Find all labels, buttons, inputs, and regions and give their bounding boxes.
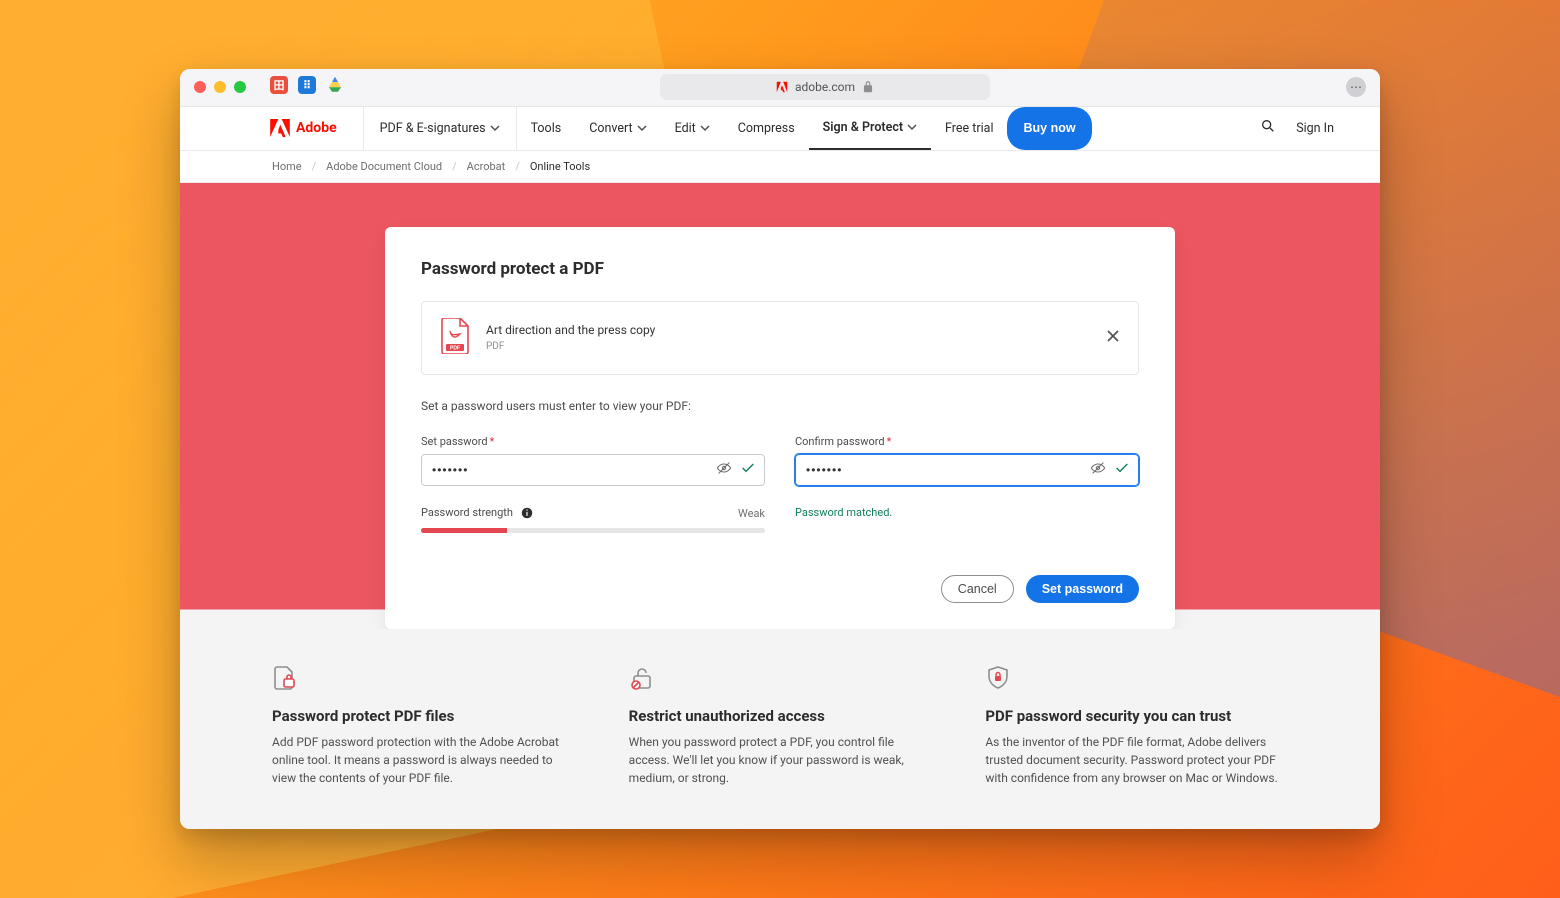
pdf-lock-icon [272,665,575,695]
chevron-down-icon [907,122,917,132]
feature-restrict-body: When you password protect a PDF, you con… [629,733,932,787]
sign-in-link[interactable]: Sign In [1296,121,1334,136]
feature-protect: Password protect PDF files Add PDF passw… [272,665,575,787]
chevron-down-icon [700,123,710,133]
feature-restrict: Restrict unauthorized access When you pa… [629,665,932,787]
file-type: PDF [486,341,655,352]
confirm-password-label: Confirm password* [795,435,1139,448]
window-minimize-icon[interactable] [214,81,226,93]
site-nav: Adobe PDF & E-signatures Tools Convert E… [180,107,1380,151]
strength-meter [421,528,765,533]
nav-free-trial[interactable]: Free trial [931,107,1007,150]
chevron-down-icon [490,123,500,133]
nav-compress[interactable]: Compress [724,107,809,150]
window-close-icon[interactable] [194,81,206,93]
feature-trust: PDF password security you can trust As t… [985,665,1288,787]
set-password-input[interactable] [432,463,700,477]
nav-tools[interactable]: Tools [517,107,576,150]
lock-icon [861,80,875,94]
feature-protect-body: Add PDF password protection with the Ado… [272,733,575,787]
pdf-file-icon: PDF [440,318,470,358]
confirm-password-input[interactable] [806,463,1074,477]
chevron-down-icon [637,123,647,133]
toggle-visibility-icon[interactable] [716,460,732,480]
search-icon[interactable] [1260,118,1276,138]
password-card: Password protect a PDF PDF Art direction… [385,227,1175,629]
adobe-logo-icon [270,119,290,137]
password-matched-text: Password matched. [795,506,1139,519]
remove-file-button[interactable] [1106,329,1120,347]
feature-restrict-title: Restrict unauthorized access [629,707,932,725]
strength-level: Weak [738,507,765,520]
buy-now-button[interactable]: Buy now [1007,107,1091,150]
nav-sign-protect[interactable]: Sign & Protect [809,107,931,150]
file-row: PDF Art direction and the press copy PDF [421,301,1139,375]
nav-product-dropdown[interactable]: PDF & E-signatures [364,107,517,150]
crumb-adoc[interactable]: Adobe Document Cloud [326,160,442,173]
nav-edit[interactable]: Edit [661,107,724,150]
checkmark-icon [740,460,756,480]
instruction-text: Set a password users must enter to view … [421,399,1139,413]
password-strength: Password strength Weak [421,506,765,533]
set-password-field: Set password* [421,435,765,486]
set-password-button[interactable]: Set password [1026,575,1139,603]
restrict-icon [629,665,932,695]
hero-section: Password protect a PDF PDF Art direction… [180,183,1380,829]
window-controls [194,81,246,93]
nav-product-label: PDF & E-signatures [380,121,486,136]
cancel-button[interactable]: Cancel [941,575,1014,603]
close-icon [1106,329,1120,343]
file-name: Art direction and the press copy [486,323,655,337]
info-icon[interactable] [516,506,534,519]
browser-menu-icon[interactable]: ⋯ [1346,77,1366,97]
crumb-current: Online Tools [530,160,590,173]
strength-label: Password strength [421,506,513,519]
feature-trust-title: PDF password security you can trust [985,707,1288,725]
checkmark-icon [1114,460,1130,480]
confirm-password-field: Confirm password* [795,435,1139,486]
features-section: Password protect PDF files Add PDF passw… [180,629,1380,829]
breadcrumb: Home/ Adobe Document Cloud/ Acrobat/ Onl… [180,151,1380,183]
nav-convert[interactable]: Convert [575,107,660,150]
bookmark-icon-drive[interactable] [326,76,344,98]
window-zoom-icon[interactable] [234,81,246,93]
crumb-acrobat[interactable]: Acrobat [467,160,506,173]
browser-chrome: 田 ⠿ adobe.com ⋯ [180,69,1380,107]
shield-lock-icon [985,665,1288,695]
bookmark-icon-2[interactable]: ⠿ [298,76,316,94]
feature-trust-body: As the inventor of the PDF file format, … [985,733,1288,787]
crumb-home[interactable]: Home [272,160,302,173]
card-title: Password protect a PDF [421,259,1139,279]
set-password-label: Set password* [421,435,765,448]
browser-window: 田 ⠿ adobe.com ⋯ Adobe PDF & E-signatures [180,69,1380,829]
bookmark-icons: 田 ⠿ [270,76,344,98]
adobe-logo[interactable]: Adobe [270,107,364,150]
toggle-visibility-icon[interactable] [1090,460,1106,480]
bookmark-icon-1[interactable]: 田 [270,76,288,94]
adobe-favicon-icon [775,80,789,94]
feature-protect-title: Password protect PDF files [272,707,575,725]
svg-text:PDF: PDF [450,345,460,351]
address-bar[interactable]: adobe.com [660,74,990,100]
address-text: adobe.com [795,80,855,94]
adobe-logo-label: Adobe [296,120,337,136]
